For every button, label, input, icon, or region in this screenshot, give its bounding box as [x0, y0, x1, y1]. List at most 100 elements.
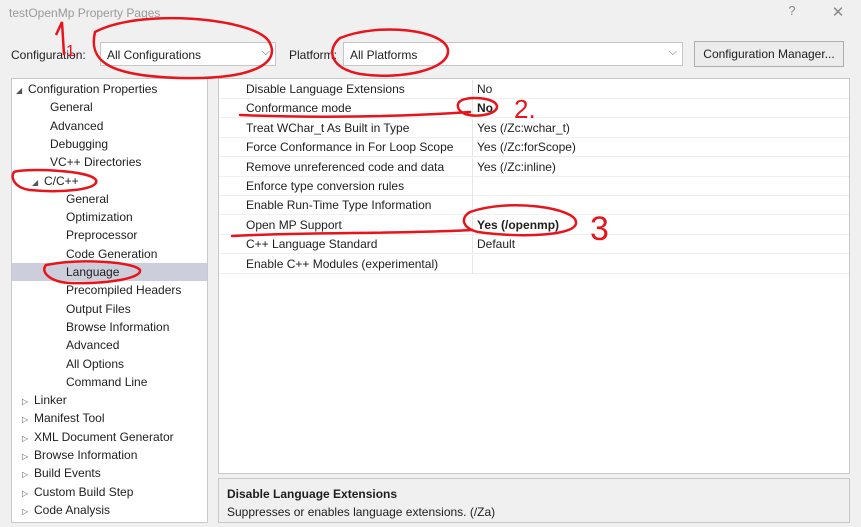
property-row[interactable]: Open MP Support Yes (/openmp) [219, 215, 849, 235]
property-row[interactable]: Enable Run-Time Type Information [219, 196, 849, 216]
tree-item-label: Advanced [50, 118, 104, 133]
platform-dropdown[interactable]: All Platforms ⌵ [343, 42, 683, 66]
tree-item-label: Command Line [66, 374, 148, 389]
property-row[interactable]: Disable Language Extensions No [219, 80, 849, 99]
tree-item-label: Code Analysis [34, 502, 111, 517]
platform-label: Platform: [289, 48, 338, 62]
property-name: Open MP Support [246, 217, 342, 232]
property-name: Disable Language Extensions [246, 82, 405, 96]
tree-item[interactable]: ▷ Linker [12, 391, 207, 409]
column-divider [472, 196, 473, 216]
title-bar: testOpenMp Property Pages ? ✕ [0, 0, 861, 32]
tree-item[interactable]: Optimization [12, 208, 207, 226]
collapse-arrow-icon[interactable]: ◢ [32, 174, 44, 192]
tree-item-label: Optimization [66, 210, 133, 225]
expand-arrow-icon[interactable]: ▷ [22, 485, 34, 503]
tree-item[interactable]: Output Files [12, 300, 207, 318]
tree-item[interactable]: ▷ Manifest Tool [12, 409, 207, 427]
tree-item[interactable]: All Options [12, 355, 207, 373]
property-row[interactable]: Treat WChar_t As Built in Type Yes (/Zc:w… [219, 118, 849, 138]
property-row[interactable]: C++ Language Standard Default [219, 235, 849, 255]
expand-arrow-icon[interactable]: ▷ [22, 393, 34, 411]
tree-item-label: General [66, 191, 109, 206]
tree-item[interactable]: ▷ Build Events [12, 464, 207, 482]
property-value[interactable]: No [477, 80, 492, 99]
expand-arrow-icon[interactable]: ▷ [22, 411, 34, 429]
collapse-arrow-icon[interactable]: ◢ [16, 82, 28, 100]
property-value[interactable]: Default [477, 235, 515, 254]
property-row[interactable]: Enable C++ Modules (experimental) [219, 254, 849, 274]
tree-item-label: Build Events [34, 466, 101, 481]
tree-item-label: Language [66, 265, 120, 279]
column-divider [472, 99, 473, 119]
tree-item[interactable]: ▷ Custom Build Step [12, 483, 207, 501]
property-name: Enable Run-Time Type Information [246, 198, 432, 213]
description-panel: Disable Language Extensions Suppresses o… [218, 478, 850, 523]
configuration-manager-button[interactable]: Configuration Manager... [694, 41, 844, 67]
column-divider [472, 215, 473, 235]
platform-value: All Platforms [350, 48, 418, 62]
tree-item[interactable]: General [12, 98, 207, 116]
tree-item[interactable]: ▷ XML Document Generator [12, 428, 207, 446]
tree-item-label: General [50, 100, 93, 115]
tree-item[interactable]: Browse Information [12, 318, 207, 336]
tree-item[interactable]: ◢ C/C++ [12, 172, 207, 190]
tree-item-label: Browse Information [34, 448, 138, 462]
tree-item[interactable]: ◢ Configuration Properties [12, 80, 207, 98]
property-name: Conformance mode [246, 101, 352, 116]
chevron-down-icon: ⌵ [261, 46, 270, 58]
property-name: Treat WChar_t As Built in Type [246, 120, 410, 135]
expand-arrow-icon[interactable]: ▷ [22, 448, 34, 466]
tree-item[interactable]: Command Line [12, 373, 207, 391]
property-row[interactable]: Remove unreferenced code and data Yes (/Z… [219, 157, 849, 177]
property-row[interactable]: Enforce type conversion rules [219, 177, 849, 196]
expand-arrow-icon[interactable]: ▷ [22, 466, 34, 484]
tree-item[interactable]: General [12, 190, 207, 208]
tree-item-label: C/C++ [44, 173, 79, 188]
tree-item-label: Manifest Tool [34, 411, 105, 426]
tree-item-label: Preprocessor [66, 228, 138, 243]
column-divider [472, 118, 473, 138]
expand-arrow-icon[interactable]: ▷ [22, 430, 34, 448]
configuration-row: Configuration: All Configurations ⌵ Plat… [0, 40, 861, 70]
property-tree[interactable]: ◢ Configuration Properties General Advanced… [11, 78, 208, 523]
tree-item-label: Configuration Properties [28, 82, 158, 96]
column-divider [472, 254, 473, 274]
tree-item-label: Output Files [66, 301, 131, 316]
expand-arrow-icon[interactable]: ▷ [22, 503, 34, 521]
close-button[interactable]: ✕ [826, 3, 850, 21]
tree-item-label: Precompiled Headers [66, 283, 182, 298]
property-name: Enforce type conversion rules [246, 179, 405, 193]
chevron-down-icon: ⌵ [668, 46, 677, 58]
window-title: testOpenMp Property Pages [9, 6, 161, 20]
tree-item[interactable]: Debugging [12, 135, 207, 153]
configuration-dropdown[interactable]: All Configurations ⌵ [100, 42, 276, 66]
tree-item[interactable]: ▷ Code Analysis [12, 501, 207, 519]
tree-item[interactable]: ▷ Browse Information [12, 446, 207, 464]
tree-item[interactable]: Precompiled Headers [12, 281, 207, 299]
tree-item[interactable]: Advanced [12, 117, 207, 135]
tree-item-label: Browse Information [66, 319, 170, 334]
property-grid[interactable]: Disable Language Extensions No Conformance… [218, 78, 850, 474]
property-value[interactable]: Yes (/openmp) [477, 216, 559, 235]
tree-item[interactable]: Language [12, 263, 207, 281]
column-divider [472, 138, 473, 158]
property-value[interactable]: Yes (/Zc:wchar_t) [477, 119, 570, 138]
property-name: C++ Language Standard [246, 237, 378, 252]
tree-item-label: All Options [66, 356, 125, 371]
configuration-value: All Configurations [107, 48, 202, 62]
tree-item[interactable]: Preprocessor [12, 226, 207, 244]
property-row[interactable]: Force Conformance in For Loop Scope Yes (… [219, 138, 849, 158]
tree-item[interactable]: Code Generation [12, 245, 207, 263]
tree-item-label: XML Document Generator [34, 429, 174, 444]
tree-item[interactable]: VC++ Directories [12, 153, 207, 171]
property-value[interactable]: No [477, 99, 493, 118]
column-divider [472, 80, 473, 99]
help-button[interactable]: ? [780, 3, 804, 18]
property-name: Remove unreferenced code and data [246, 159, 445, 174]
description-text: Suppresses or enables language extension… [227, 505, 496, 519]
property-value[interactable]: Yes (/Zc:forScope) [477, 138, 576, 157]
property-value[interactable]: Yes (/Zc:inline) [477, 158, 556, 177]
tree-item[interactable]: Advanced [12, 336, 207, 354]
property-row[interactable]: Conformance mode No [219, 99, 849, 119]
